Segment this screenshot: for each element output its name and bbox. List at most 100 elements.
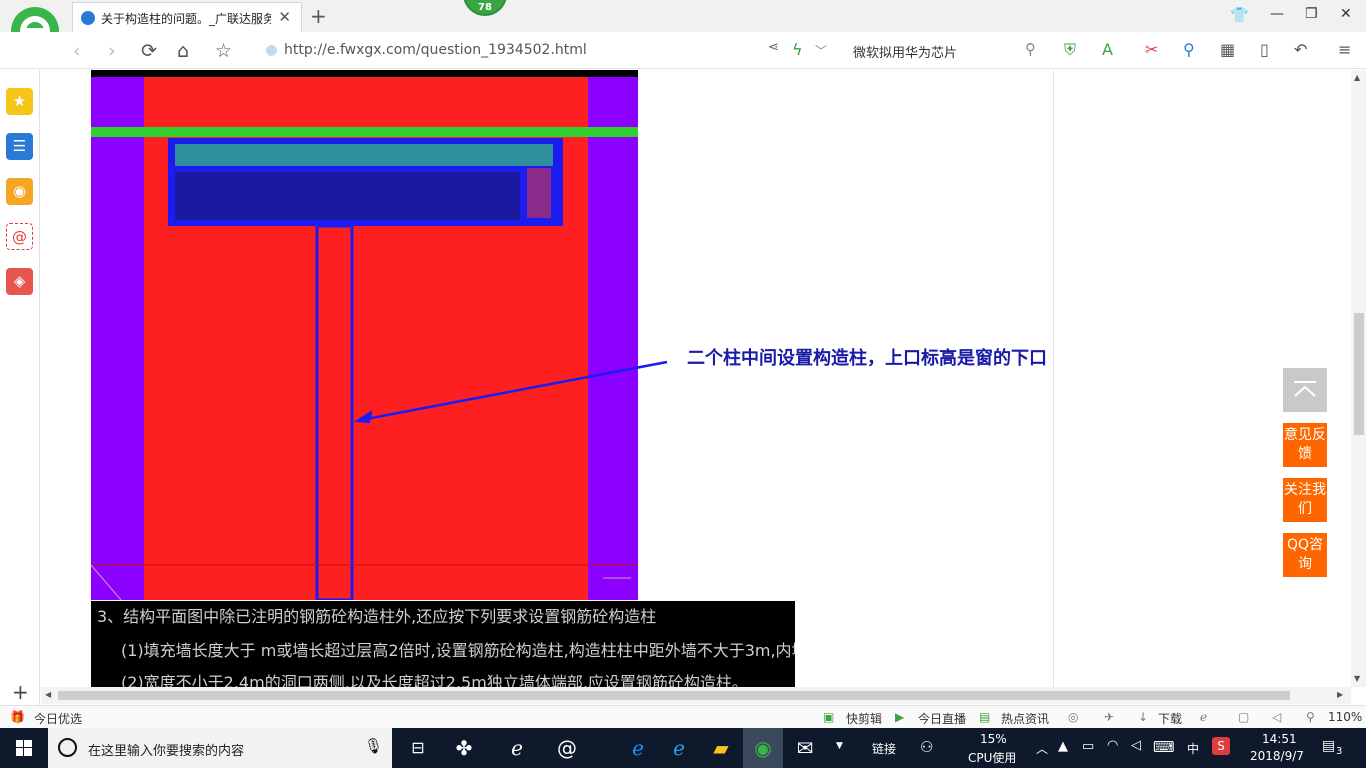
qq-consult-button[interactable]: QQ咨询 <box>1283 533 1327 577</box>
url-text[interactable]: http://e.fwxgx.com/question_1934502.html <box>284 42 587 58</box>
pin-icon[interactable]: ✈ <box>1104 710 1114 724</box>
quick-edit-icon[interactable]: ▣ <box>823 710 834 724</box>
home-icon[interactable]: ⌂ <box>177 40 189 62</box>
tray-expand-icon[interactable]: ︿ <box>1036 740 1048 757</box>
internet-explorer-icon[interactable]: ℯ <box>659 728 699 768</box>
news-list-icon[interactable]: ☰ <box>6 133 33 160</box>
ie-mode-icon[interactable]: ℯ <box>1200 710 1207 724</box>
address-bar[interactable]: http://e.fwxgx.com/question_1934502.html <box>262 40 762 62</box>
browser-tab[interactable]: 关于构造柱的问题。_广联达服务 ✕ <box>72 2 302 32</box>
back-to-top-button[interactable] <box>1283 368 1327 412</box>
window-mode-icon[interactable]: ▢ <box>1238 710 1249 724</box>
scissors-icon[interactable]: ✂ <box>1145 40 1158 59</box>
magnifier-tool-icon[interactable]: ⚲ <box>1183 40 1195 59</box>
notification-count-badge[interactable]: 78 <box>463 0 507 16</box>
scroll-right-icon[interactable]: ▶ <box>1337 690 1343 699</box>
undo-icon[interactable]: ↶ <box>1294 40 1307 59</box>
lightning-icon[interactable]: ϟ <box>792 40 803 59</box>
close-window-button[interactable]: ✕ <box>1340 6 1352 22</box>
file-explorer-icon[interactable]: ▰ <box>701 728 741 768</box>
cad-notes-image: 3、结构平面图中除已注明的钢筋砼构造柱外,还应按下列要求设置钢筋砼构造柱 (1)… <box>91 601 795 687</box>
speaker-icon[interactable]: ◁ <box>1131 738 1141 753</box>
menu-icon[interactable]: ≡ <box>1338 40 1351 59</box>
tab-close-icon[interactable]: ✕ <box>278 8 291 26</box>
up-chevron-icon <box>1294 381 1316 397</box>
forward-arrow-icon[interactable]: › <box>108 40 116 62</box>
keyboard-icon[interactable]: ⌨ <box>1153 738 1175 756</box>
vertical-scrollbar[interactable]: ▲ ▼ <box>1351 70 1366 687</box>
download-icon[interactable]: ↓ <box>1138 710 1148 724</box>
download-link[interactable]: 下载 <box>1158 710 1182 727</box>
tray-app-icon[interactable]: ▲ <box>1058 739 1068 754</box>
favorites-star-icon[interactable]: ★ <box>6 88 33 115</box>
horizontal-scrollbar[interactable]: ◀ ▶ <box>41 687 1351 704</box>
search-icon[interactable]: ⚲ <box>1025 40 1036 58</box>
sogou-ime-icon[interactable]: S <box>1212 737 1230 755</box>
mail-icon[interactable]: ✉ <box>785 728 825 768</box>
windows-logo-icon <box>16 740 32 756</box>
input-method-indicator[interactable]: 中 <box>1187 740 1199 757</box>
mobile-icon[interactable]: ▯ <box>1260 40 1269 59</box>
zoom-level[interactable]: 110% <box>1328 710 1362 724</box>
wifi-icon[interactable]: ◠ <box>1107 738 1118 753</box>
links-toolbar[interactable]: 链接 <box>872 740 896 757</box>
minimize-button[interactable]: — <box>1270 6 1284 22</box>
chevron-down-icon[interactable]: ﹀ <box>815 42 827 59</box>
back-arrow-icon[interactable]: ‹ <box>73 40 81 62</box>
scroll-left-icon[interactable]: ◀ <box>45 690 51 699</box>
taskbar-chevron-icon[interactable]: ▼ <box>836 741 843 751</box>
edge-legacy-icon[interactable]: ℯ <box>497 728 537 768</box>
action-center-icon[interactable]: ▤ <box>1322 738 1335 754</box>
browser-taskbar-icon[interactable]: ◉ <box>743 728 783 768</box>
start-button[interactable] <box>0 728 48 768</box>
new-tab-button[interactable]: + <box>310 4 327 28</box>
task-view-icon[interactable]: ⊟ <box>398 728 438 768</box>
site-favicon-icon <box>81 11 95 25</box>
globe-icon[interactable]: ◎ <box>1068 710 1078 724</box>
feedback-button[interactable]: 意见反馈 <box>1283 423 1327 467</box>
refresh-icon[interactable]: ⟳ <box>141 40 157 62</box>
weibo-icon[interactable]: ◉ <box>6 178 33 205</box>
hot-news-icon[interactable]: ▤ <box>979 710 990 724</box>
horizontal-scroll-thumb[interactable] <box>58 691 1290 700</box>
today-picks-link[interactable]: 今日优选 <box>34 710 82 727</box>
windows-taskbar: 在这里输入你要搜索的内容 🎙 ⊟ ✤ ℯ @ ℯ ℯ ▰ ◉ ✉ ▼ 链接 ⚇ … <box>0 728 1366 768</box>
battery-icon[interactable]: ▭ <box>1082 739 1094 754</box>
maximize-button[interactable]: ❐ <box>1305 6 1318 22</box>
favorite-star-icon[interactable]: ☆ <box>215 40 232 62</box>
hot-news-link[interactable]: 热点资讯 <box>1001 710 1049 727</box>
share-icon[interactable]: ⋖ <box>768 40 779 55</box>
follow-us-button[interactable]: 关注我们 <box>1283 478 1327 522</box>
skin-icon[interactable]: 👕 <box>1230 6 1249 24</box>
microphone-icon[interactable]: 🎙 <box>364 737 383 755</box>
shield-icon[interactable]: ⛨ <box>1064 40 1076 60</box>
fan-app-icon[interactable]: ✤ <box>444 728 484 768</box>
translate-icon[interactable]: A <box>1102 40 1113 59</box>
gift-icon[interactable]: 🎁 <box>10 710 25 724</box>
notification-count: 3 <box>1336 746 1343 757</box>
swirl-app-icon[interactable]: @ <box>547 728 587 768</box>
quick-edit-link[interactable]: 快剪辑 <box>846 710 882 727</box>
clock-date[interactable]: 2018/9/7 <box>1250 749 1304 763</box>
zoom-icon[interactable]: ⚲ <box>1306 710 1315 724</box>
scroll-down-icon[interactable]: ▼ <box>1354 674 1360 683</box>
edge-icon[interactable]: ℯ <box>618 728 658 768</box>
live-play-icon[interactable]: ▶ <box>895 710 904 724</box>
clock-time[interactable]: 14:51 <box>1262 732 1297 746</box>
status-bar: 🎁 今日优选 ▣ 快剪辑 ▶ 今日直播 ▤ 热点资讯 ◎ ✈ ↓ 下载 ℯ ▢ … <box>0 705 1366 728</box>
search-box[interactable]: 微软拟用华为芯片 ⚲ <box>846 38 1042 62</box>
apps-grid-icon[interactable]: ▦ <box>1220 40 1235 59</box>
left-sidebar: ★ ☰ ◉ @ ◈ + <box>0 70 40 706</box>
email-at-icon[interactable]: @ <box>6 223 33 250</box>
vertical-scroll-thumb[interactable] <box>1354 313 1364 435</box>
taskbar-search-box[interactable]: 在这里输入你要搜索的内容 🎙 <box>48 728 392 768</box>
volume-icon[interactable]: ◁ <box>1272 710 1281 724</box>
game-controller-icon[interactable]: ◈ <box>6 268 33 295</box>
cortana-icon <box>58 738 77 757</box>
search-suggestion[interactable]: 微软拟用华为芯片 <box>853 42 957 61</box>
scroll-up-icon[interactable]: ▲ <box>1354 73 1360 82</box>
sidebar-add-icon[interactable]: + <box>12 680 29 704</box>
live-link[interactable]: 今日直播 <box>918 710 966 727</box>
taskbar-search-placeholder[interactable]: 在这里输入你要搜索的内容 <box>88 740 244 759</box>
people-icon[interactable]: ⚇ <box>920 738 933 756</box>
